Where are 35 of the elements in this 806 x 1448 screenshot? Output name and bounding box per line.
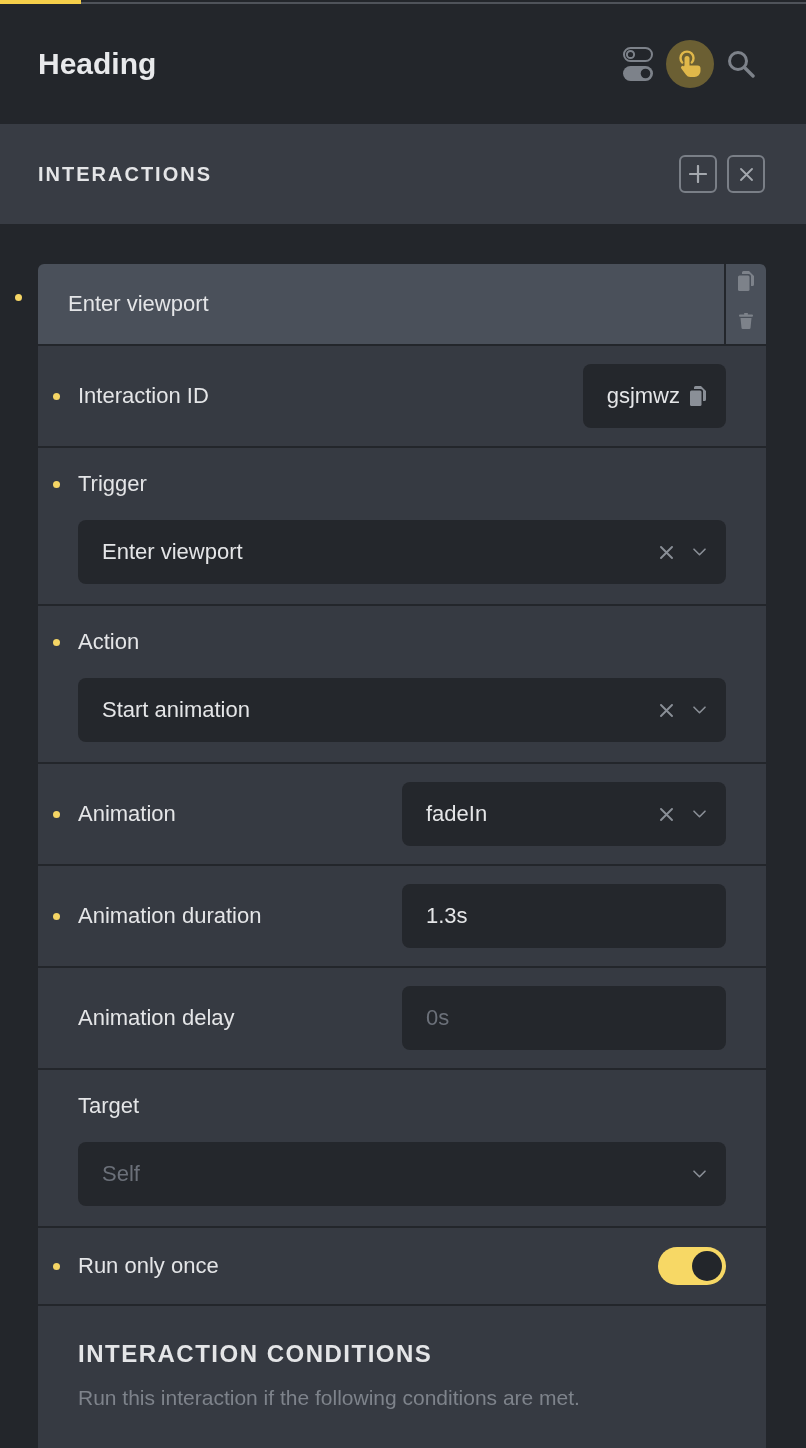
plus-icon <box>689 165 707 183</box>
field-label: Animation <box>78 801 176 827</box>
close-button[interactable] <box>727 155 765 193</box>
field-label: Target <box>78 1093 140 1119</box>
text-input[interactable]: 0s <box>402 986 726 1050</box>
description-text: Run this interaction if the following conditions are met. <box>78 1386 580 1409</box>
copy-icon[interactable] <box>690 386 706 406</box>
section-heading: INTERACTION CONDITIONS <box>78 1340 433 1367</box>
chevron-down-icon <box>693 548 706 556</box>
field-label: Interaction ID <box>78 383 209 409</box>
pointer-hand-icon[interactable] <box>666 40 714 88</box>
section-title: INTERACTIONS <box>38 162 212 185</box>
toggle-switch[interactable] <box>658 1247 726 1285</box>
chevron-down-icon <box>693 1170 706 1178</box>
field-label: Action <box>78 629 140 655</box>
dropdown-field[interactable]: fadeIn <box>402 782 726 846</box>
text-input[interactable]: 1.3s <box>402 884 726 948</box>
search-icon[interactable] <box>727 50 755 78</box>
close-icon <box>739 167 753 181</box>
dropdown-field[interactable]: Start animation <box>78 678 726 742</box>
field-label: Run only once <box>78 1253 219 1279</box>
clear-icon[interactable] <box>660 545 673 559</box>
field-label: Trigger <box>78 471 147 497</box>
panel-title: Heading <box>38 47 157 80</box>
dropdown-field[interactable]: Enter viewport <box>78 520 726 584</box>
toggle-switches-icon[interactable] <box>623 47 653 81</box>
interaction-title: Enter viewport <box>68 291 209 317</box>
field-label: Animation delay <box>78 1005 235 1031</box>
clear-icon[interactable] <box>660 703 673 717</box>
clear-icon[interactable] <box>660 807 673 821</box>
id-field[interactable]: gsjmwz <box>582 364 726 428</box>
add-button[interactable] <box>679 155 717 193</box>
chevron-down-icon <box>693 810 706 818</box>
field-label: Animation duration <box>78 903 262 929</box>
chevron-down-icon <box>693 706 706 714</box>
